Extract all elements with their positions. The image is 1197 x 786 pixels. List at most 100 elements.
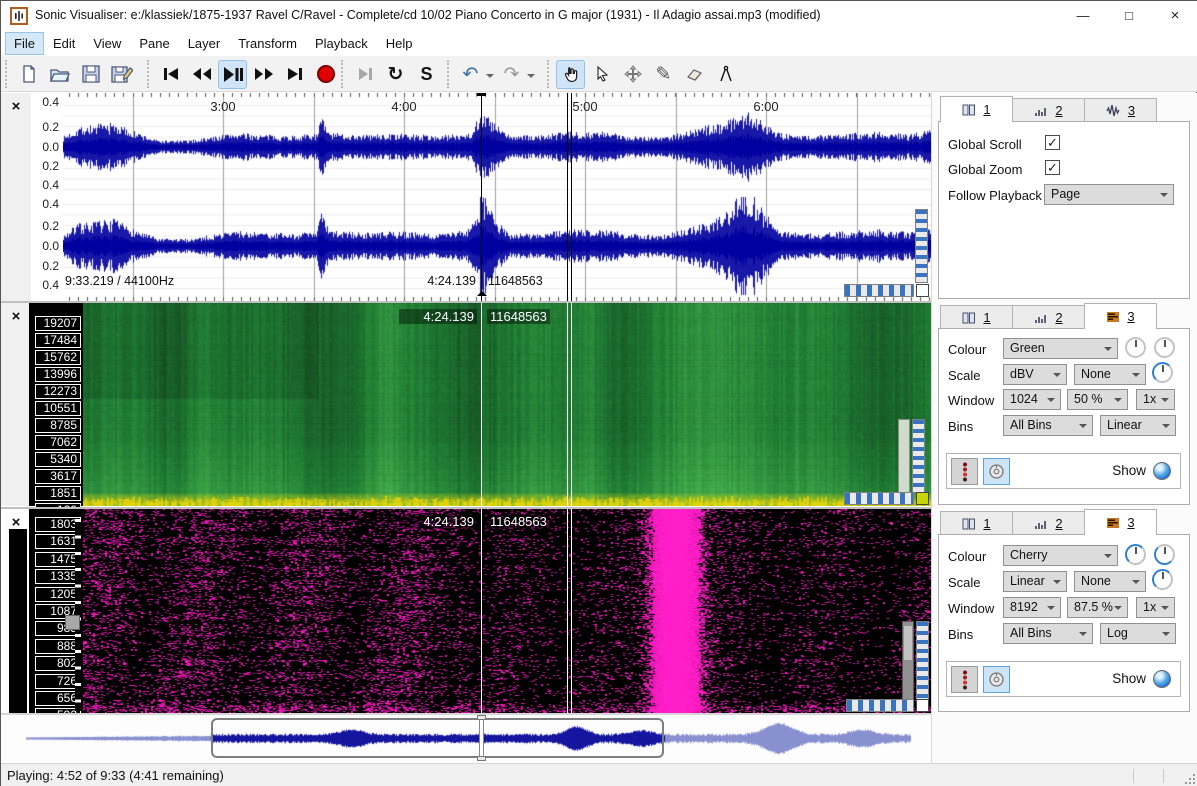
- global-scroll-label: Global Scroll: [948, 137, 1022, 152]
- edit-tool-button[interactable]: [619, 61, 646, 88]
- menu-help[interactable]: Help: [378, 33, 421, 54]
- colourmap-button[interactable]: [951, 666, 978, 693]
- close-button[interactable]: ×: [1152, 1, 1197, 31]
- gain-knob[interactable]: [1152, 569, 1173, 590]
- overview-cursor-handle[interactable]: [477, 715, 486, 720]
- undo-button[interactable]: ↶: [457, 61, 484, 88]
- measure-tool-button[interactable]: [712, 61, 739, 88]
- window-size-select[interactable]: 8192: [1003, 597, 1061, 618]
- scroll-thumb[interactable]: [904, 626, 912, 660]
- bin-scale-select[interactable]: Log: [1100, 623, 1176, 644]
- frequency-scroll-thumb[interactable]: [65, 615, 80, 630]
- show-led-button[interactable]: [1153, 670, 1171, 688]
- draw-tool-button[interactable]: ✎: [650, 61, 677, 88]
- erase-tool-button[interactable]: [681, 61, 708, 88]
- window-size-select[interactable]: 1024: [1003, 389, 1061, 410]
- vertical-zoom-wheel[interactable]: [916, 621, 929, 701]
- vertical-scroll-indicator[interactable]: [902, 621, 914, 701]
- oversampling-select[interactable]: 1x: [1136, 597, 1175, 618]
- tab-layer-spectrogram[interactable]: 3: [1084, 303, 1157, 329]
- vertical-scroll-indicator[interactable]: [898, 419, 910, 493]
- bins-select[interactable]: All Bins: [1003, 415, 1093, 436]
- zoom-reset-box[interactable]: [916, 284, 929, 297]
- tab-layer-spectrogram[interactable]: 3: [1084, 509, 1157, 535]
- rewind-start-button[interactable]: [157, 61, 184, 88]
- zoom-reset-box[interactable]: [916, 699, 929, 712]
- redo-dropdown-caret[interactable]: [527, 74, 535, 82]
- show-led-button[interactable]: [1153, 462, 1171, 480]
- menu-transform[interactable]: Transform: [230, 33, 305, 54]
- undo-dropdown-caret[interactable]: [486, 74, 494, 82]
- colour-rotation-knob[interactable]: [1154, 337, 1175, 358]
- title-bar: Sonic Visualiser: e:/klassiek/1875-1937 …: [1, 1, 1197, 31]
- overview-cursor[interactable]: [479, 716, 484, 760]
- colourmap-button[interactable]: [951, 458, 978, 485]
- menu-pane[interactable]: Pane: [131, 33, 177, 54]
- record-button[interactable]: [312, 61, 339, 88]
- global-scroll-checkbox[interactable]: ✓: [1045, 135, 1060, 150]
- menu-view[interactable]: View: [85, 33, 129, 54]
- redo-button[interactable]: ↷: [498, 61, 525, 88]
- pane-properties-body: Global Scroll ✓ Global Zoom ✓ Follow Pla…: [938, 121, 1190, 299]
- colour-contrast-knob[interactable]: [1125, 337, 1146, 358]
- fast-forward-button[interactable]: [250, 61, 277, 88]
- rewind-button[interactable]: [188, 61, 215, 88]
- oversampling-select[interactable]: 1x: [1136, 389, 1175, 410]
- view-region-rectangle[interactable]: [211, 718, 664, 758]
- tab-pane[interactable]: 1: [940, 305, 1013, 329]
- new-session-button[interactable]: [15, 61, 42, 88]
- select-tool-button[interactable]: [588, 61, 615, 88]
- left-scrollbar-track[interactable]: [9, 529, 27, 713]
- maximize-button[interactable]: □: [1106, 1, 1152, 31]
- follow-playback-select[interactable]: Page: [1044, 184, 1174, 205]
- tab-pane[interactable]: 1: [940, 96, 1013, 122]
- horizontal-zoom-wheel[interactable]: [844, 284, 914, 297]
- dial-mode-button[interactable]: [983, 666, 1010, 693]
- tab-layer-2[interactable]: 2: [1012, 511, 1085, 535]
- solo-button[interactable]: S: [413, 61, 440, 88]
- close-pane-icon[interactable]: ×: [8, 99, 24, 115]
- menu-file[interactable]: File: [6, 33, 43, 54]
- menu-edit[interactable]: Edit: [45, 33, 83, 54]
- cursor-frame-label: 11648563: [488, 274, 543, 288]
- normalization-select[interactable]: None: [1074, 571, 1146, 592]
- close-pane-icon[interactable]: ×: [8, 309, 24, 325]
- menu-layer[interactable]: Layer: [180, 33, 229, 54]
- horizontal-zoom-wheel[interactable]: [844, 492, 914, 505]
- gain-knob[interactable]: [1152, 362, 1173, 383]
- bins-select[interactable]: All Bins: [1003, 623, 1093, 644]
- tab-layer-3[interactable]: 3: [1084, 98, 1157, 122]
- colour-select[interactable]: Green: [1003, 338, 1118, 359]
- horizontal-zoom-wheel[interactable]: [846, 699, 914, 712]
- zoom-reset-box[interactable]: [916, 492, 929, 505]
- scale-select[interactable]: Linear: [1003, 571, 1067, 592]
- play-selection-button[interactable]: [351, 61, 378, 88]
- vertical-zoom-wheel[interactable]: [915, 209, 928, 283]
- minimize-button[interactable]: —: [1060, 1, 1106, 31]
- global-zoom-checkbox[interactable]: ✓: [1045, 160, 1060, 175]
- window-overlap-select[interactable]: 87.5 %: [1067, 597, 1128, 618]
- tab-layer-2[interactable]: 2: [1012, 98, 1085, 122]
- overview-cursor-handle[interactable]: [477, 756, 486, 761]
- tab-pane[interactable]: 1: [940, 511, 1013, 535]
- colour-rotation-knob[interactable]: [1154, 544, 1175, 565]
- overview-panner[interactable]: [1, 715, 931, 763]
- scale-select[interactable]: dBV: [1003, 364, 1067, 385]
- play-loop-button[interactable]: ↻: [382, 61, 409, 88]
- vertical-zoom-wheel[interactable]: [912, 419, 925, 493]
- colour-select[interactable]: Cherry: [1003, 545, 1118, 566]
- fast-forward-end-button[interactable]: [281, 61, 308, 88]
- colour-contrast-knob[interactable]: [1125, 544, 1146, 565]
- window-overlap-select[interactable]: 50 %: [1067, 389, 1128, 410]
- navigate-tool-button[interactable]: [557, 61, 584, 88]
- tab-layer-2[interactable]: 2: [1012, 305, 1085, 329]
- open-file-button[interactable]: [46, 61, 73, 88]
- bin-scale-select[interactable]: Linear: [1100, 415, 1176, 436]
- normalization-select[interactable]: None: [1074, 364, 1146, 385]
- save-session-as-button[interactable]: [108, 61, 135, 88]
- resize-grip[interactable]: [1184, 773, 1196, 785]
- save-session-button[interactable]: [77, 61, 104, 88]
- menu-playback[interactable]: Playback: [307, 33, 376, 54]
- play-pause-button[interactable]: [219, 61, 246, 88]
- dial-mode-button[interactable]: [983, 458, 1010, 485]
